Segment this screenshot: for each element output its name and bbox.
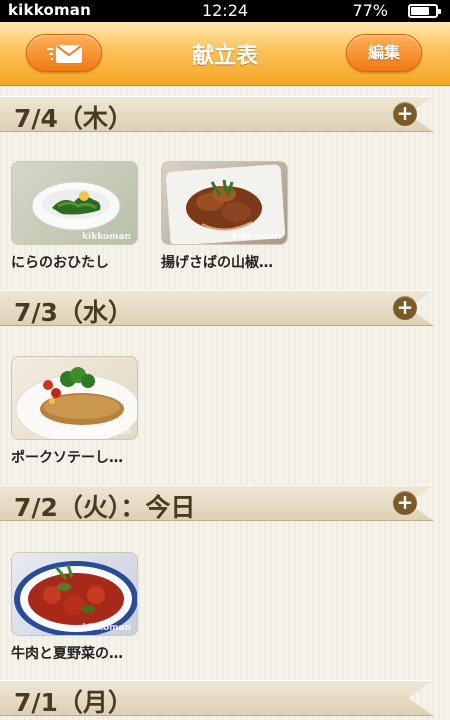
add-recipe-icon[interactable]: + [393,491,417,515]
day-header: 7/2（火）：今日 [0,485,434,521]
battery-percent: 77% [352,1,388,20]
recipe-item[interactable]: kikkoman にらのおひたし [11,161,139,272]
nav-bar: 献立表 編集 [0,22,450,86]
day-label: 7/1（月） [14,688,133,717]
recipe-item[interactable]: kikkoman 牛肉と夏野菜の… [11,552,139,663]
day-header: 7/4（木） [0,96,434,132]
watermark: kikkoman [232,232,281,242]
day-label: 7/2（火）：今日 [14,493,196,522]
day-label: 7/3（水） [14,298,133,327]
watermark: kikkoman [82,232,131,242]
recipe-thumbnail: kikkoman [161,161,288,245]
battery-level [411,7,429,15]
recipe-item[interactable]: kikkoman 揚げさばの山椒… [161,161,289,272]
recipe-name: 牛肉と夏野菜の… [11,646,123,662]
watermark: kikkoman [82,427,131,437]
recipe-name: 揚げさばの山椒… [161,255,273,271]
add-recipe-icon[interactable]: + [393,102,417,126]
day-header: 7/3（水） [0,290,434,326]
add-recipe-icon[interactable]: + [393,296,417,320]
recipe-name: にらのおひたし [11,255,109,271]
recipe-thumbnail: kikkoman [11,552,138,636]
battery-icon [408,4,441,18]
day-label: 7/4（木） [14,104,133,133]
day-header: 7/1（月） [0,680,434,716]
recipe-thumbnail: kikkoman [11,356,138,440]
menu-schedule-list[interactable]: 7/4（木） + kikkoman にらのおひたし kikkoman 揚げさばの… [0,87,450,720]
recipe-item[interactable]: kikkoman ポークソテーし… [11,356,139,467]
recipe-thumbnail: kikkoman [11,161,138,245]
recipe-name: ポークソテーし… [11,450,123,466]
status-bar: kikkoman 12:24 77% [0,0,450,22]
edit-button[interactable]: 編集 [346,34,422,72]
watermark: kikkoman [82,623,131,633]
